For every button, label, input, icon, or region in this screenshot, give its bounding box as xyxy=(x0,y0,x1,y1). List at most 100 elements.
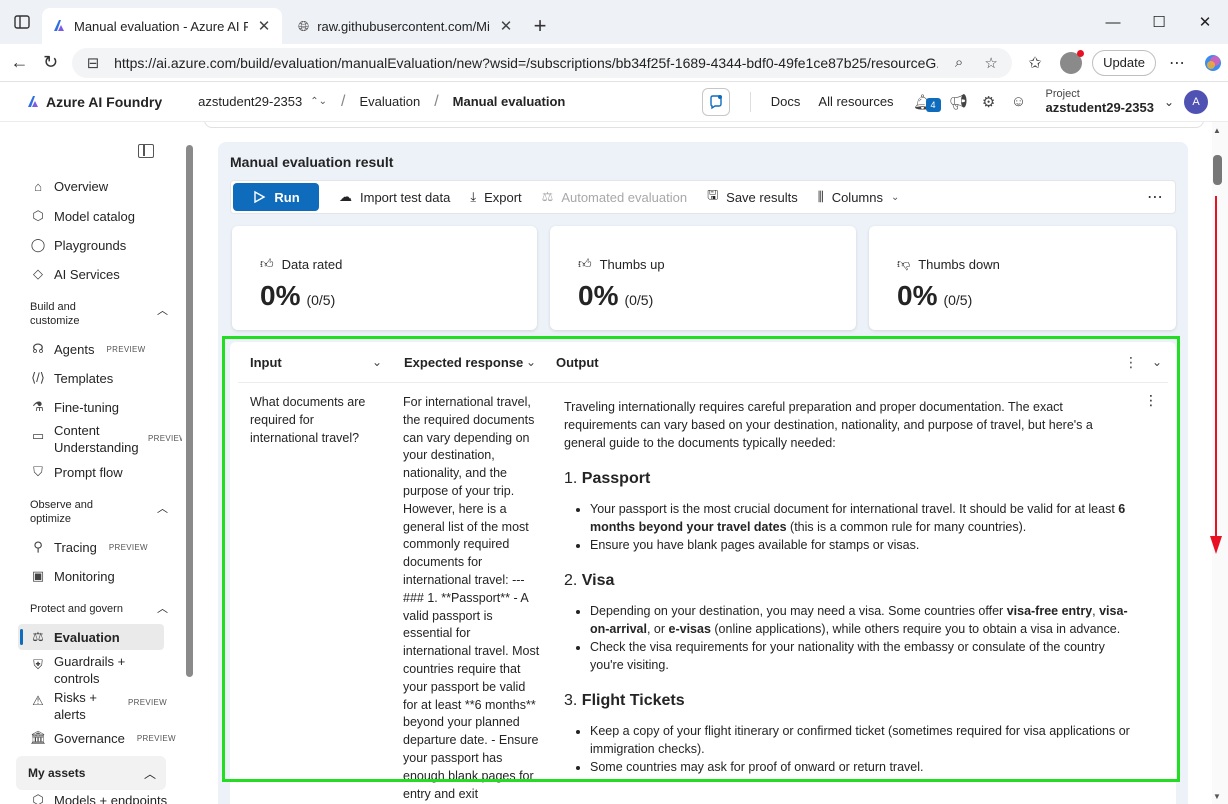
import-test-data-button[interactable]: ☁︎ Import test data xyxy=(339,189,450,205)
heading-number: 2. xyxy=(564,572,578,589)
close-window-icon[interactable]: ✕ xyxy=(1182,0,1228,44)
foundry-logo-icon xyxy=(28,95,38,107)
sidebar-item-label: Prompt flow xyxy=(54,464,123,480)
sidebar-item-model-catalog[interactable]: ⬡ Model catalog xyxy=(30,208,135,224)
group-observe-optimize[interactable]: Observe and optimize ︿ xyxy=(30,498,170,526)
browser-tab-raw-github[interactable]: 🌐︎ raw.githubusercontent.com/Micro ✕ xyxy=(288,8,524,44)
maximize-icon[interactable]: ☐ xyxy=(1136,0,1182,44)
group-build-customize[interactable]: Build and customize ︿ xyxy=(30,300,170,328)
text: (this is a common rule for many countrie… xyxy=(786,520,1027,534)
group-label: Protect and govern xyxy=(30,603,123,615)
profile-avatar[interactable] xyxy=(1056,48,1086,78)
cell-output[interactable]: Traveling internationally requires caref… xyxy=(564,398,1134,776)
sidebar-item-tracing[interactable]: ⚲ Tracing PREVIEW xyxy=(30,539,148,555)
sidebar-item-templates[interactable]: ⟨/⟩ Templates xyxy=(30,370,113,386)
column-header-output[interactable]: Output ⋮ ⌄ xyxy=(556,342,1166,382)
group-protect-govern[interactable]: Protect and govern ︿ xyxy=(30,602,170,616)
project-selector[interactable]: Project azstudent29-2353 xyxy=(1046,88,1154,115)
more-options-icon[interactable]: ⋯ xyxy=(1147,187,1163,207)
back-arrow-icon[interactable]: ← xyxy=(4,48,35,78)
sidebar-item-playgrounds[interactable]: ◯ Playgrounds xyxy=(30,237,127,253)
sidebar-item-governance[interactable]: 🏛︎ Governance PREVIEW xyxy=(30,730,176,746)
hub-name: azstudent29-2353 xyxy=(198,94,303,109)
feedback-smiley-icon[interactable]: ☺ xyxy=(1008,91,1030,113)
url-field[interactable]: ⊟ https://ai.azure.com/build/evaluation/… xyxy=(72,47,1013,78)
collapse-sidebar-icon[interactable] xyxy=(138,144,154,158)
run-button[interactable]: Run xyxy=(233,183,319,211)
breadcrumb-separator: / xyxy=(341,92,346,110)
address-bar-row: ← ↻ ⊟ https://ai.azure.com/build/evaluat… xyxy=(0,44,1228,82)
zoom-search-icon[interactable]: ⌕ xyxy=(948,54,970,71)
save-results-button[interactable]: 🖫︎ Save results xyxy=(707,186,798,208)
chevron-down-icon[interactable]: ⌄ xyxy=(526,355,536,369)
brand-name: Azure AI Foundry xyxy=(46,93,163,110)
preview-badge: PREVIEW xyxy=(106,344,146,354)
export-button[interactable]: ⤓ Export xyxy=(470,189,521,205)
chevron-down-icon: ⌄ xyxy=(890,191,900,203)
scroll-down-red-arrow-icon xyxy=(1210,196,1222,554)
row-more-vertical-icon[interactable]: ⋮ xyxy=(1144,392,1158,409)
chevron-down-icon[interactable]: ⌄ xyxy=(1152,355,1162,369)
close-tab-icon[interactable]: ✕ xyxy=(256,17,272,35)
sidebar-scrollbar-thumb[interactable] xyxy=(186,145,193,677)
sidebar-item-ai-services[interactable]: ◇ AI Services xyxy=(30,266,120,282)
automated-evaluation-button[interactable]: ⚖ Automated evaluation xyxy=(542,189,687,205)
copilot-icon[interactable] xyxy=(1198,48,1228,78)
columns-button[interactable]: ⫼ Columns ⌄ xyxy=(818,189,900,205)
column-header-expected-response[interactable]: Expected response ⌄ xyxy=(404,342,554,382)
new-tab-button[interactable]: + xyxy=(524,8,556,44)
assistant-button[interactable] xyxy=(701,87,730,116)
project-label: Project xyxy=(1045,88,1080,100)
more-menu-icon[interactable]: ⋯ xyxy=(1162,48,1192,78)
sidebar-item-guardrails[interactable]: ⛨ Guardrails + controls xyxy=(30,653,134,687)
list-item: Your passport is the most crucial docume… xyxy=(590,500,1134,536)
notification-count-badge: 4 xyxy=(925,97,941,112)
breadcrumb-evaluation[interactable]: Evaluation xyxy=(359,94,420,109)
sidebar-item-models-endpoints[interactable]: ⬡ Models + endpoints xyxy=(30,792,167,804)
chevron-down-icon[interactable]: ⌄ xyxy=(372,355,382,369)
all-resources-link[interactable]: All resources xyxy=(818,94,893,109)
sidebar-item-label: Models + endpoints xyxy=(54,792,168,804)
brand[interactable]: Azure AI Foundry xyxy=(26,94,162,110)
stat-detail: (0/5) xyxy=(306,292,336,308)
favorites-icon[interactable]: ✩ xyxy=(1020,48,1050,78)
settings-gear-icon[interactable]: ⚙ xyxy=(978,91,1000,113)
sidebar-item-risks-alerts[interactable]: ⚠ Risks + alerts PREVIEW xyxy=(30,689,167,723)
tab-title: Manual evaluation - Azure AI Fou xyxy=(74,18,248,34)
output-list-passport: Your passport is the most crucial docume… xyxy=(590,500,1134,554)
scroll-up-arrow-icon[interactable]: ▲ xyxy=(1213,126,1221,135)
scroll-down-arrow-icon[interactable]: ▼ xyxy=(1213,792,1221,801)
chevron-down-icon[interactable]: ⌄ xyxy=(1164,95,1174,109)
list-item: Ensure you have blank pages available fo… xyxy=(590,536,1134,554)
site-info-icon[interactable]: ⊟ xyxy=(82,54,104,72)
megaphone-icon[interactable]: 📢︎ xyxy=(948,91,970,113)
column-header-input[interactable]: Input ⌄ xyxy=(250,342,400,382)
notifications-bell-icon[interactable]: 🔔︎ 4 xyxy=(912,91,941,113)
page-scrollbar-thumb[interactable] xyxy=(1213,155,1222,185)
cell-expected-response[interactable]: For international travel, the required d… xyxy=(403,394,541,803)
output-heading-visa: 2. Visa xyxy=(564,572,1134,590)
browser-tab-manual-evaluation[interactable]: Manual evaluation - Azure AI Fou ✕ xyxy=(42,8,282,44)
sidebar-item-monitoring[interactable]: ▣ Monitoring xyxy=(30,568,115,584)
update-button[interactable]: Update xyxy=(1092,49,1156,76)
sidebar-item-agents[interactable]: ☊ Agents PREVIEW xyxy=(30,341,145,357)
sidebar-item-fine-tuning[interactable]: ⚗ Fine-tuning xyxy=(30,399,119,415)
cell-input[interactable]: What documents are required for internat… xyxy=(250,394,380,447)
sidebar-item-evaluation[interactable]: ⚖ Evaluation xyxy=(30,629,120,645)
minimize-icon[interactable]: — xyxy=(1090,0,1136,44)
breadcrumb-separator: / xyxy=(434,92,439,110)
tab-actions-icon[interactable] xyxy=(8,0,36,44)
sidebar-item-label: Guardrails + controls xyxy=(54,654,126,686)
favorite-star-icon[interactable]: ☆ xyxy=(980,54,1002,72)
close-tab-icon[interactable]: ✕ xyxy=(498,17,514,35)
sidebar-item-content-understanding[interactable]: ▭ Content Understanding PREVIEW xyxy=(30,422,182,456)
sidebar-item-overview[interactable]: ⌂ Overview xyxy=(30,179,108,194)
user-avatar[interactable]: A xyxy=(1184,89,1208,114)
sidebar-item-prompt-flow[interactable]: ⛉ Prompt flow xyxy=(30,464,123,480)
more-vertical-icon[interactable]: ⋮ xyxy=(1124,354,1138,371)
header-divider xyxy=(238,382,1168,383)
my-assets-section[interactable]: My assets ︿ xyxy=(16,756,166,790)
docs-link[interactable]: Docs xyxy=(771,94,801,109)
hub-selector[interactable]: azstudent29-2353 ⌃⌄ xyxy=(198,94,327,109)
refresh-icon[interactable]: ↻ xyxy=(35,48,66,78)
